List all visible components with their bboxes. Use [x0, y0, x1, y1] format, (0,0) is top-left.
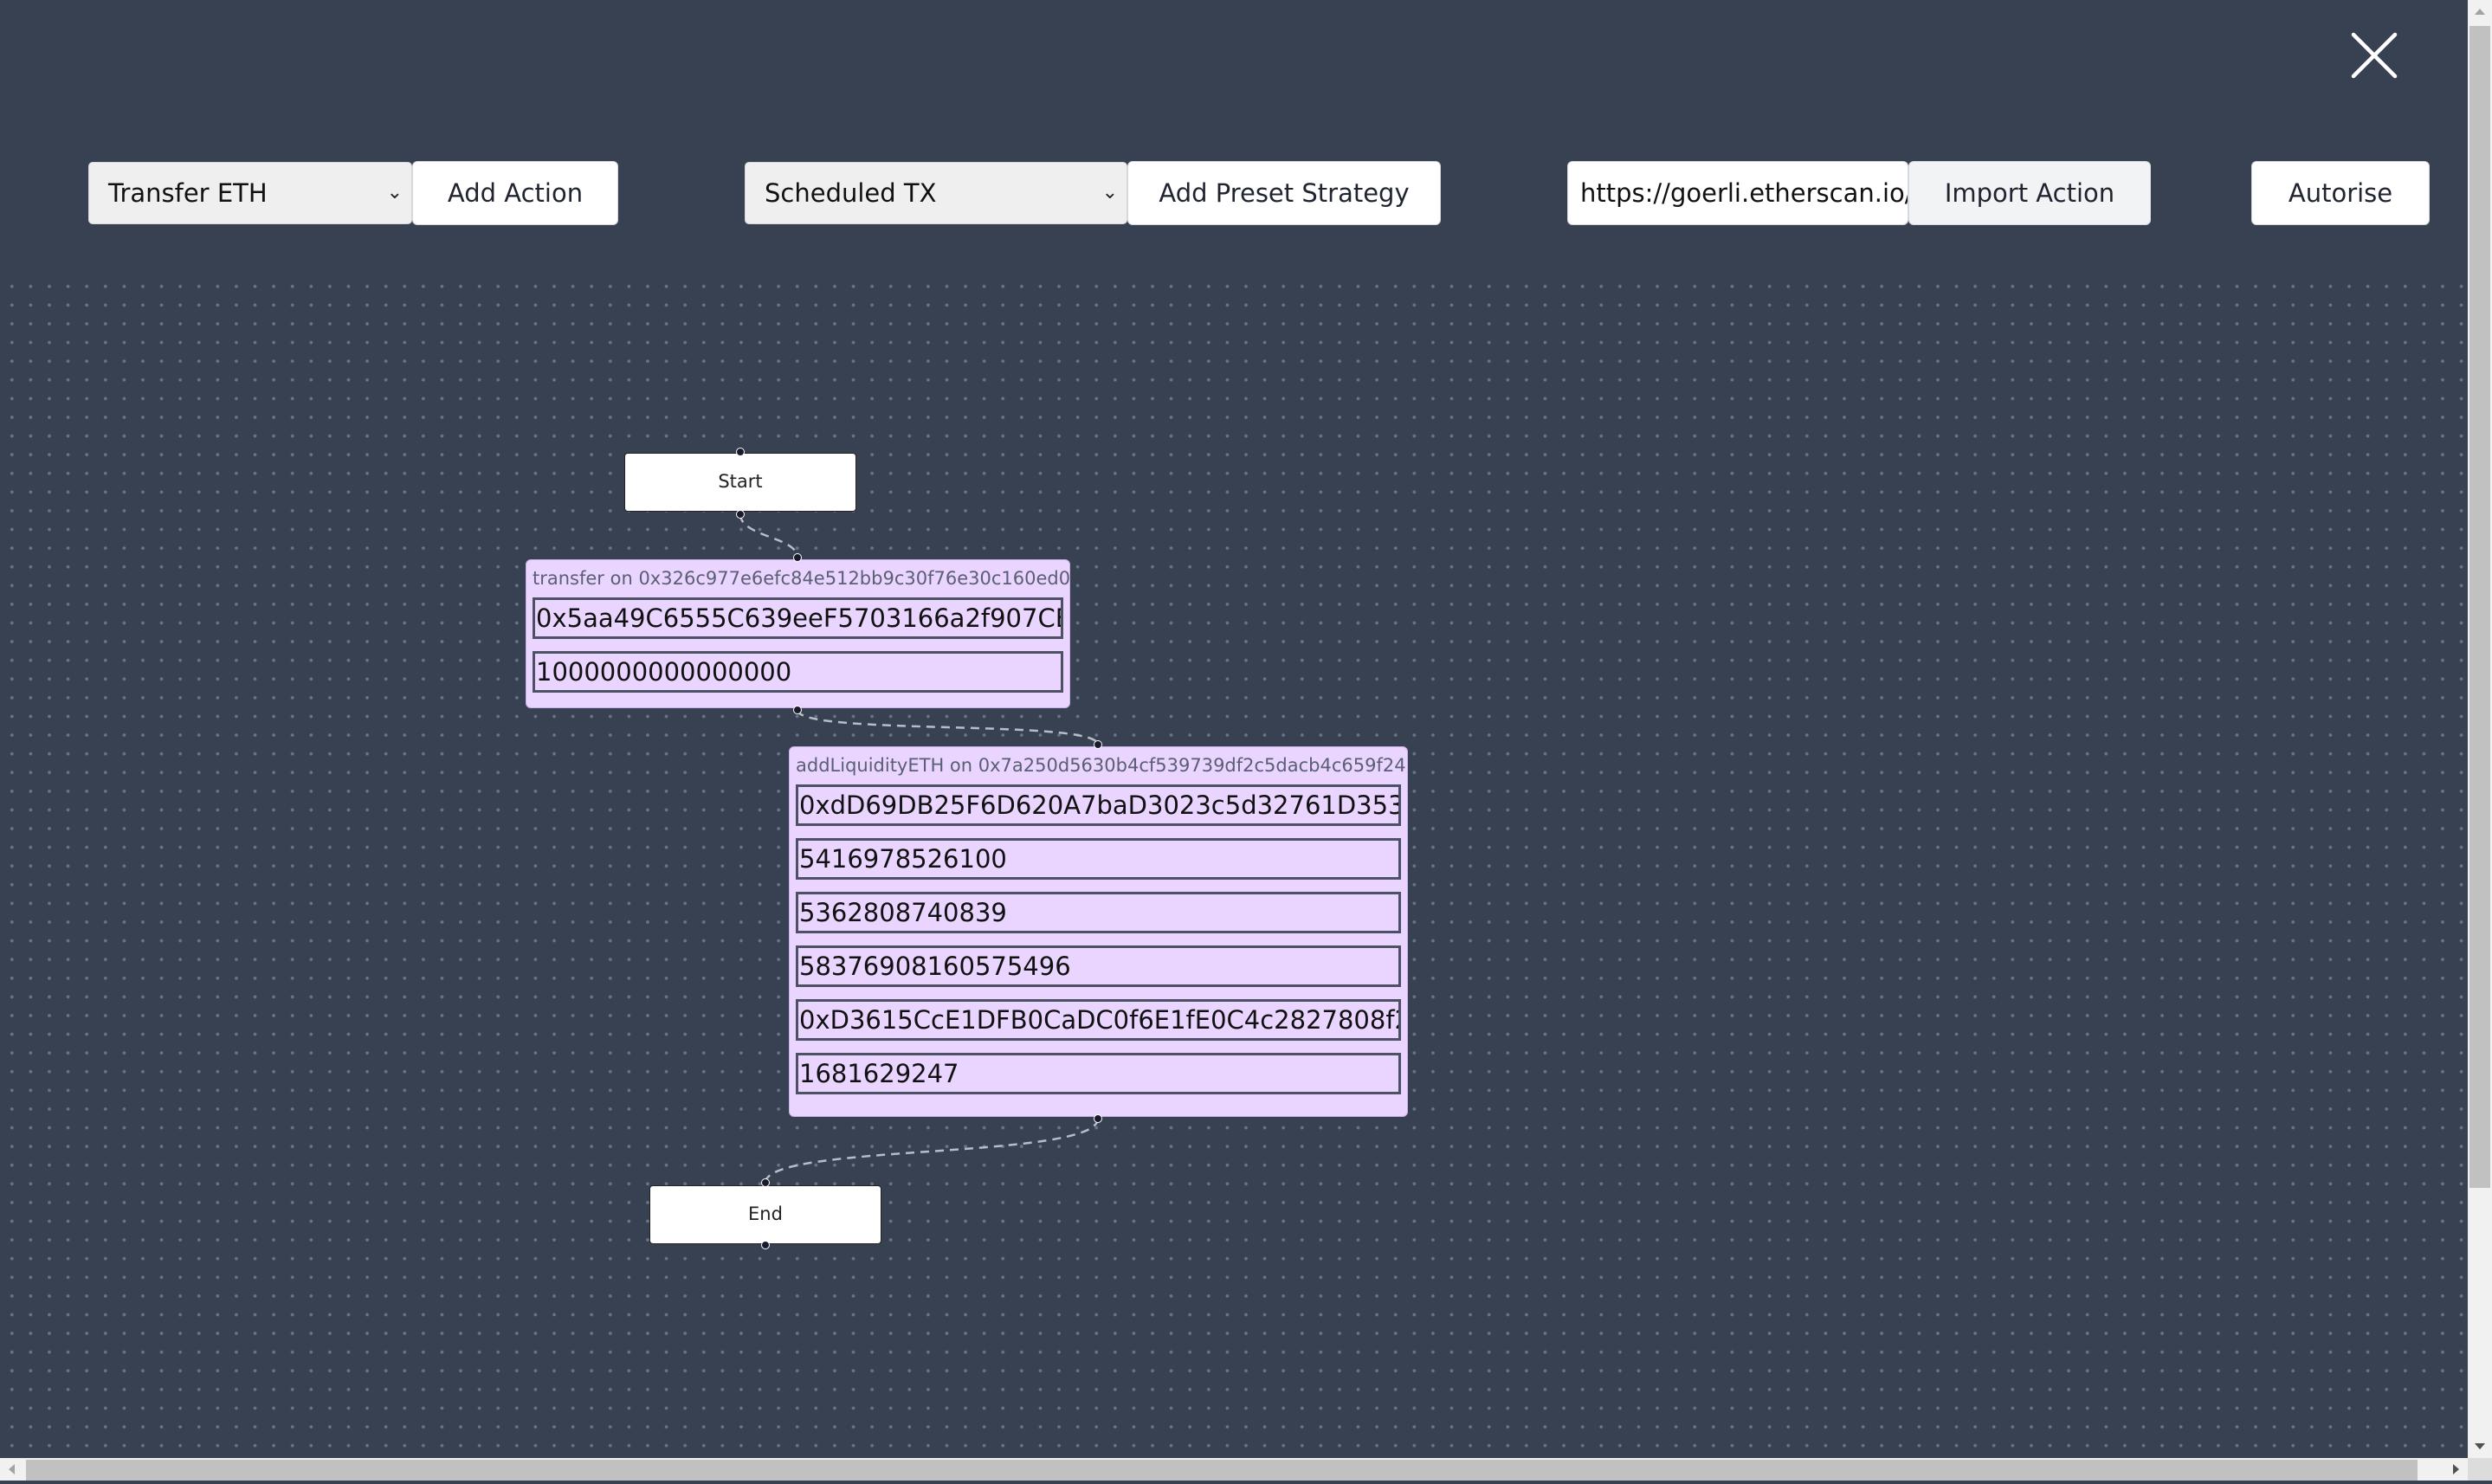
param-field[interactable]: 0xdD69DB25F6D620A7baD3023c5d32761D353D3D… [796, 784, 1401, 826]
add-action-button[interactable]: Add Action [412, 161, 618, 225]
scroll-down-arrow-icon[interactable] [2468, 1434, 2492, 1458]
chevron-down-icon: ⌄ [1101, 182, 1118, 203]
scroll-left-arrow-icon[interactable] [0, 1458, 24, 1481]
param-field[interactable]: 5362808740839 [796, 892, 1401, 933]
param-field[interactable]: 0x5aa49C6555C639eeF5703166a2f907CB9970 [533, 597, 1063, 639]
action-node-title: addLiquidityETH on 0x7a250d5630b4cf53973… [796, 755, 1407, 776]
param-field[interactable]: 5416978526100 [796, 838, 1401, 880]
param-field[interactable]: 1681629247 [796, 1053, 1401, 1094]
action-node-title: transfer on 0x326c977e6efc84e512bb9c30f7… [533, 568, 1069, 589]
param-field[interactable]: 1000000000000000 [533, 651, 1063, 693]
end-node-label: End [748, 1203, 783, 1224]
close-icon [2351, 32, 2398, 79]
start-node-source-handle[interactable] [736, 510, 745, 519]
end-node-target-handle[interactable] [761, 1178, 770, 1187]
add-liquidity-node-source-handle[interactable] [1094, 1114, 1102, 1123]
end-node[interactable]: End [649, 1185, 881, 1244]
scrollbar-corner [2468, 1458, 2492, 1481]
close-button[interactable] [2348, 29, 2400, 81]
add-liquidity-node-target-handle[interactable] [1094, 740, 1102, 749]
transfer-node-target-handle[interactable] [793, 553, 802, 562]
chevron-down-icon: ⌄ [386, 182, 403, 203]
transfer-node-source-handle[interactable] [793, 706, 802, 714]
horizontal-scrollbar[interactable] [0, 1458, 2468, 1481]
import-url-input[interactable]: https://goerli.etherscan.io/t [1567, 161, 1908, 225]
import-action-button[interactable]: Import Action [1908, 161, 2151, 225]
action-node-add-liquidity-eth[interactable]: addLiquidityETH on 0x7a250d5630b4cf53973… [789, 746, 1408, 1117]
action-type-select[interactable]: Transfer ETH ⌄ [88, 162, 412, 224]
app-window: Transfer ETH ⌄ Add Action Scheduled TX ⌄… [0, 0, 2468, 1458]
scroll-up-arrow-icon[interactable] [2468, 0, 2492, 24]
vertical-scroll-thumb[interactable] [2469, 26, 2490, 1188]
start-node[interactable]: Start [624, 453, 856, 512]
end-node-source-handle[interactable] [761, 1241, 770, 1249]
vertical-scrollbar[interactable] [2468, 0, 2492, 1458]
preset-strategy-select-value: Scheduled TX [765, 178, 937, 208]
autorise-button[interactable]: Autorise [2251, 161, 2430, 225]
horizontal-scroll-thumb[interactable] [26, 1460, 2418, 1481]
action-type-select-value: Transfer ETH [108, 178, 268, 208]
start-node-target-handle[interactable] [736, 448, 745, 456]
param-field[interactable]: 58376908160575496 [796, 945, 1401, 987]
action-node-transfer[interactable]: transfer on 0x326c977e6efc84e512bb9c30f7… [526, 559, 1070, 708]
start-node-label: Start [718, 471, 763, 492]
param-field[interactable]: 0xD3615CcE1DFB0CaDC0f6E1fE0C4c2827808f24… [796, 999, 1401, 1041]
scroll-right-arrow-icon[interactable] [2444, 1458, 2468, 1481]
add-preset-strategy-button[interactable]: Add Preset Strategy [1127, 161, 1441, 225]
preset-strategy-select[interactable]: Scheduled TX ⌄ [745, 162, 1127, 224]
